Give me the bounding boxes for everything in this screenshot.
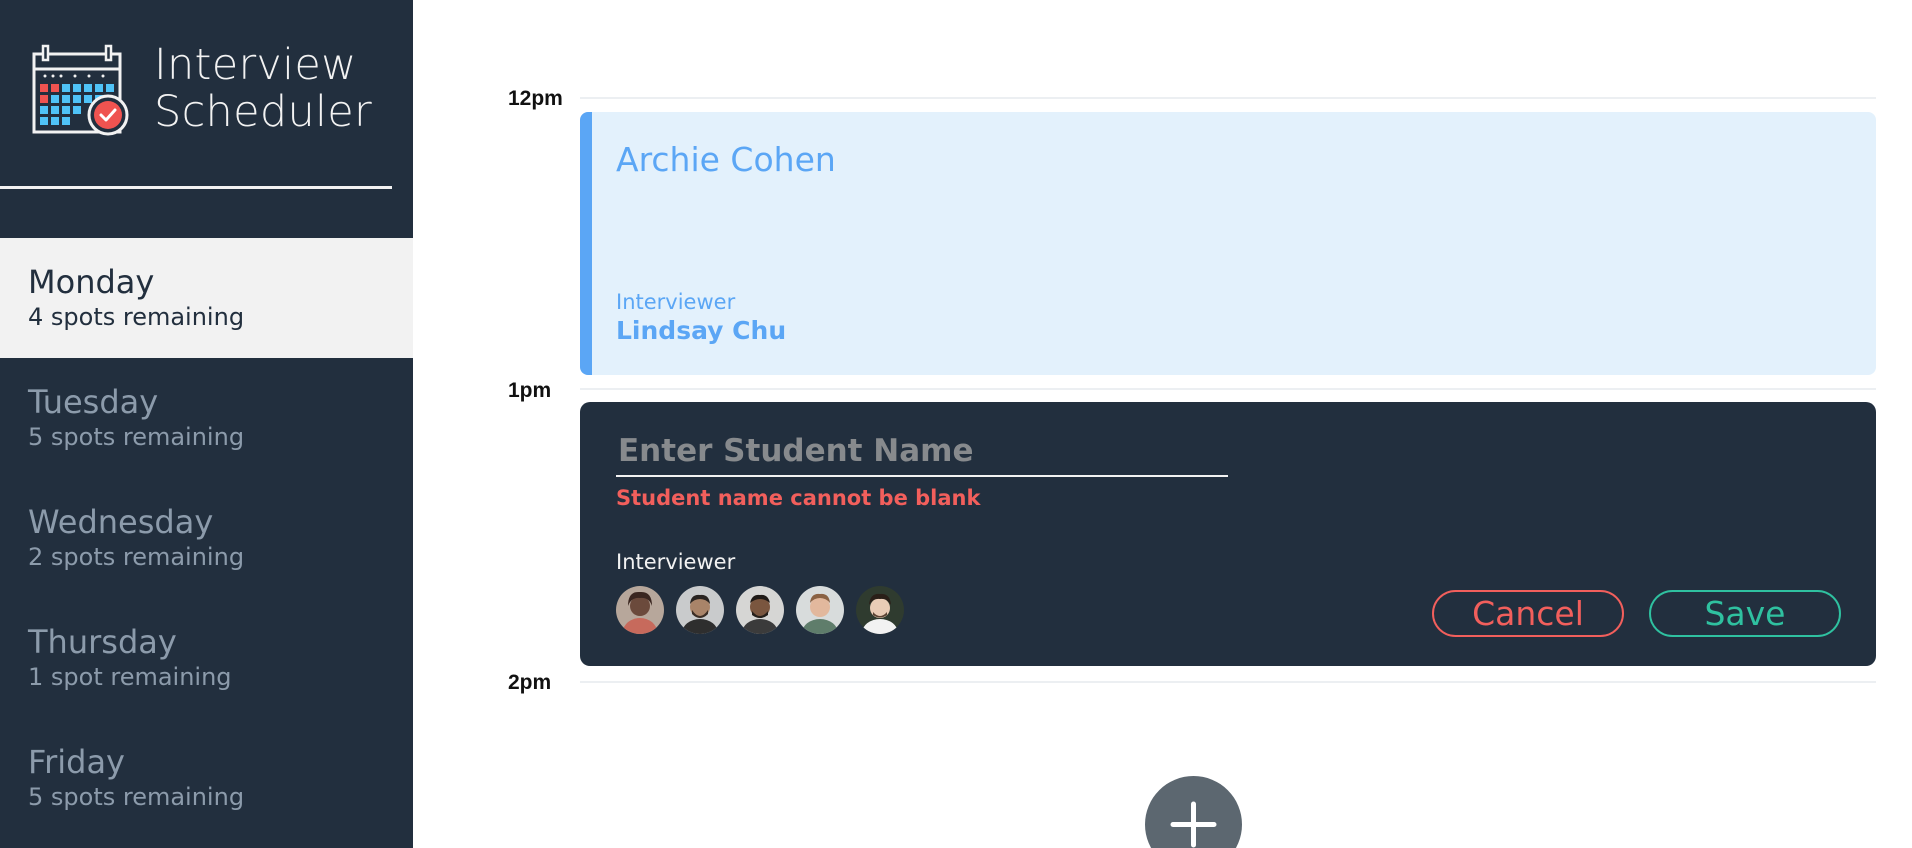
time-slot-label-2pm: 2pm bbox=[508, 671, 552, 694]
interviewer-avatar-icon[interactable] bbox=[736, 586, 784, 634]
validation-error: Student name cannot be blank bbox=[616, 486, 981, 510]
time-slot-label-1pm: 1pm bbox=[508, 379, 552, 402]
appointment-form: Student name cannot be blank Interviewer… bbox=[580, 402, 1876, 666]
interviewer-avatar-icon[interactable] bbox=[856, 586, 904, 634]
day-item-monday[interactable]: Monday 4 spots remaining bbox=[0, 238, 413, 358]
day-name: Tuesday bbox=[28, 383, 159, 421]
appointment-interviewer-name: Lindsay Chu bbox=[616, 316, 787, 345]
day-name: Thursday bbox=[28, 623, 177, 661]
day-spots: 5 spots remaining bbox=[28, 783, 245, 811]
time-slot-divider bbox=[580, 388, 1876, 390]
appointment-student-name: Archie Cohen bbox=[616, 140, 836, 179]
appointment-interviewer-caption: Interviewer bbox=[616, 290, 736, 314]
time-slot-label-12pm: 12pm bbox=[508, 87, 563, 110]
interviewer-avatar-icon[interactable] bbox=[676, 586, 724, 634]
time-slot-divider bbox=[580, 681, 1876, 683]
day-spots: 2 spots remaining bbox=[28, 543, 245, 571]
time-slot-divider bbox=[580, 97, 1876, 99]
interviewer-list bbox=[616, 586, 904, 634]
appointment-card[interactable]: Archie Cohen Interviewer Lindsay Chu bbox=[580, 112, 1876, 375]
add-appointment-button[interactable] bbox=[1145, 776, 1242, 848]
day-spots: 1 spot remaining bbox=[28, 663, 232, 691]
day-name: Wednesday bbox=[28, 503, 214, 541]
save-button[interactable]: Save bbox=[1649, 590, 1841, 637]
day-item-thursday[interactable]: Thursday 1 spot remaining bbox=[0, 598, 413, 718]
calendar-check-icon bbox=[32, 44, 129, 136]
day-spots: 5 spots remaining bbox=[28, 423, 245, 451]
plus-icon bbox=[1170, 801, 1217, 848]
day-item-wednesday[interactable]: Wednesday 2 spots remaining bbox=[0, 478, 413, 598]
interviewer-avatar-icon[interactable] bbox=[616, 586, 664, 634]
sidebar-divider bbox=[0, 186, 392, 189]
day-item-friday[interactable]: Friday 5 spots remaining bbox=[0, 718, 413, 838]
interviewer-caption: Interviewer bbox=[616, 550, 736, 574]
student-name-input[interactable] bbox=[616, 427, 1228, 477]
app-title: Interview Scheduler bbox=[154, 42, 372, 136]
day-item-tuesday[interactable]: Tuesday 5 spots remaining bbox=[0, 358, 413, 478]
sidebar: Interview Scheduler Monday 4 spots remai… bbox=[0, 0, 413, 848]
app-title-line-1: Interview bbox=[154, 40, 357, 90]
day-spots: 4 spots remaining bbox=[28, 303, 245, 331]
day-list: Monday 4 spots remaining Tuesday 5 spots… bbox=[0, 238, 413, 838]
cancel-button[interactable]: Cancel bbox=[1432, 590, 1624, 637]
interviewer-avatar-icon[interactable] bbox=[796, 586, 844, 634]
day-name: Friday bbox=[28, 743, 125, 781]
day-name: Monday bbox=[28, 263, 155, 301]
app-title-line-2: Scheduler bbox=[154, 87, 372, 137]
